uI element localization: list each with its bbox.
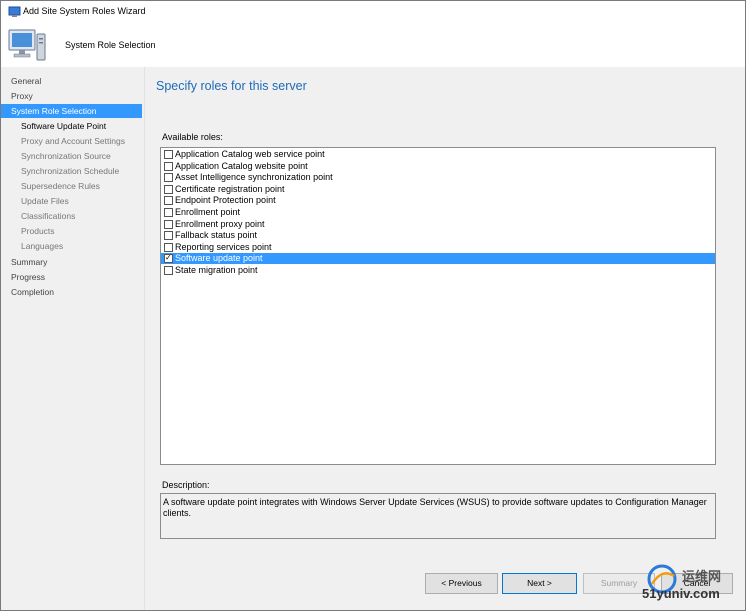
role-checkbox[interactable] — [164, 266, 173, 275]
description-label: Description: — [162, 480, 210, 490]
watermark-text-url: 51yuniv.com — [642, 586, 720, 601]
role-item-reporting-services[interactable]: Reporting services point — [161, 242, 715, 253]
role-checkbox[interactable] — [164, 161, 173, 171]
roles-listbox[interactable]: Application Catalog web service point Ap… — [160, 147, 716, 465]
nav-item-languages[interactable]: Languages — [1, 239, 142, 253]
role-item-asset-intelligence[interactable]: Asset Intelligence synchronization point — [161, 172, 715, 183]
nav-item-update-files[interactable]: Update Files — [1, 194, 142, 208]
computer-icon — [8, 29, 46, 61]
wizard-nav: General Proxy System Role Selection Soft… — [1, 67, 145, 610]
role-checkbox[interactable] — [164, 173, 173, 183]
nav-item-system-role-selection[interactable]: System Role Selection — [1, 104, 142, 118]
wizard-content: Specify roles for this server Available … — [145, 67, 745, 610]
role-item-enrollment[interactable]: Enrollment point — [161, 207, 715, 218]
role-label: Reporting services point — [175, 241, 272, 252]
next-button[interactable]: Next > — [502, 573, 577, 594]
role-item-state-migration[interactable]: State migration point — [161, 265, 715, 276]
role-item-software-update[interactable]: ✓ Software update point — [161, 253, 715, 265]
wizard-app-icon — [8, 6, 21, 17]
wizard-window: Add Site System Roles Wizard System Role… — [0, 0, 746, 611]
nav-item-products[interactable]: Products — [1, 224, 142, 238]
nav-item-supersedence-rules[interactable]: Supersedence Rules — [1, 179, 142, 193]
role-checkbox[interactable] — [164, 208, 173, 217]
description-text: A software update point integrates with … — [163, 497, 707, 518]
title-bar: Add Site System Roles Wizard — [1, 1, 745, 23]
role-item-app-catalog-web-service[interactable]: Application Catalog web service point — [161, 149, 715, 160]
role-label: Fallback status point — [175, 230, 258, 241]
nav-item-progress[interactable]: Progress — [1, 270, 142, 284]
role-checkbox[interactable] — [164, 150, 173, 159]
role-label: Application Catalog web service point — [175, 149, 325, 159]
role-item-enrollment-proxy[interactable]: Enrollment proxy point — [161, 219, 715, 230]
nav-item-proxy[interactable]: Proxy — [1, 89, 142, 103]
role-label: Certificate registration point — [175, 183, 285, 194]
wizard-banner: System Role Selection — [1, 23, 745, 67]
description-box: A software update point integrates with … — [160, 493, 716, 539]
role-label: Endpoint Protection point — [175, 195, 276, 206]
previous-button[interactable]: < Previous — [425, 573, 498, 594]
role-checkbox[interactable] — [164, 242, 173, 252]
banner-title: System Role Selection — [65, 40, 156, 50]
role-label: Application Catalog website point — [175, 160, 308, 171]
site-watermark: 运维网 51yuniv.com — [640, 564, 744, 608]
role-checkbox[interactable]: ✓ — [164, 253, 173, 264]
nav-item-synchronization-schedule[interactable]: Synchronization Schedule — [1, 164, 142, 178]
role-label: Enrollment point — [175, 207, 241, 217]
role-checkbox[interactable] — [164, 219, 173, 229]
watermark-text-cn: 运维网 — [682, 569, 722, 584]
page-heading: Specify roles for this server — [156, 79, 307, 93]
role-checkbox[interactable] — [164, 231, 173, 241]
role-label: Asset Intelligence synchronization point — [175, 172, 333, 183]
role-item-fallback-status[interactable]: Fallback status point — [161, 230, 715, 241]
role-checkbox[interactable] — [164, 196, 173, 206]
role-label: Enrollment proxy point — [175, 218, 265, 229]
role-label: Software update point — [175, 253, 263, 264]
checkmark-icon: ✓ — [165, 253, 172, 263]
role-item-app-catalog-website[interactable]: Application Catalog website point — [161, 161, 715, 172]
nav-item-synchronization-source[interactable]: Synchronization Source — [1, 149, 142, 163]
nav-item-software-update-point[interactable]: Software Update Point — [1, 119, 142, 133]
nav-item-classifications[interactable]: Classifications — [1, 209, 142, 223]
role-item-endpoint-protection[interactable]: Endpoint Protection point — [161, 195, 715, 206]
available-roles-label: Available roles: — [162, 132, 223, 142]
nav-item-proxy-account-settings[interactable]: Proxy and Account Settings — [1, 134, 142, 148]
role-label: State migration point — [175, 265, 258, 275]
nav-item-summary[interactable]: Summary — [1, 255, 142, 269]
role-item-certificate-registration[interactable]: Certificate registration point — [161, 184, 715, 195]
nav-item-general[interactable]: General — [1, 74, 142, 88]
role-checkbox[interactable] — [164, 184, 173, 194]
nav-item-completion[interactable]: Completion — [1, 285, 142, 299]
window-title: Add Site System Roles Wizard — [23, 6, 146, 16]
